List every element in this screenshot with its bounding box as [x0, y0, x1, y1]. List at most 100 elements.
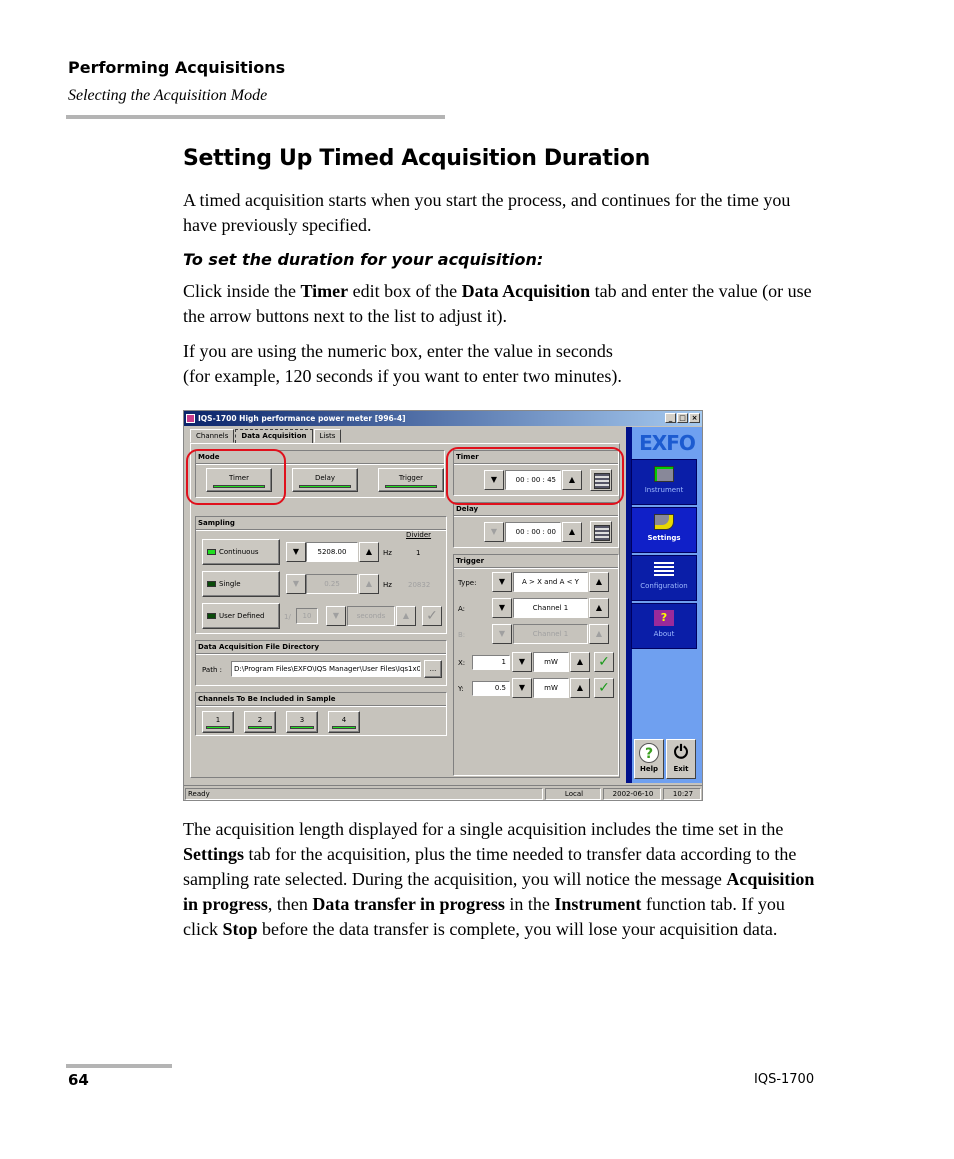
led-indicator	[207, 581, 216, 587]
x-value-field[interactable]: 1	[472, 655, 510, 670]
tab-lists[interactable]: Lists	[313, 429, 342, 443]
x-unit-increment-button[interactable]: ▲	[570, 652, 590, 672]
term-data-transfer-in-progress: Data transfer in progress	[312, 894, 505, 914]
x-apply-check-button[interactable]: ✓	[594, 652, 614, 672]
text: The acquisition length displayed for a s…	[183, 819, 784, 839]
delay-field[interactable]: 00 : 00 : 00	[505, 522, 561, 542]
exit-button[interactable]: ⏻ Exit	[666, 739, 696, 779]
led-indicator	[332, 726, 356, 729]
channel-1-button[interactable]: 1	[202, 711, 234, 733]
b-increment-button[interactable]: ▲	[589, 624, 609, 644]
term-timer: Timer	[300, 281, 349, 301]
title-bar: IQS-1700 High performance power meter [9…	[184, 411, 702, 426]
continuous-rate-field[interactable]: 5208.00	[306, 542, 358, 562]
y-unit-increment-button[interactable]: ▲	[570, 678, 590, 698]
running-header-chapter: Performing Acquisitions	[68, 58, 286, 77]
decrement-button[interactable]: ▼	[326, 606, 346, 626]
decrement-button[interactable]: ▼	[286, 574, 306, 594]
term-instrument: Instrument	[554, 894, 642, 914]
product-name: IQS-1700	[754, 1072, 815, 1087]
a-label: A:	[458, 605, 466, 613]
intro-paragraph: A timed acquisition starts when you star…	[183, 190, 791, 235]
x-label: X:	[458, 659, 466, 667]
text: tab for the acquisition, plus the time n…	[183, 844, 797, 889]
tab-data-acquisition[interactable]: Data Acquisition	[235, 429, 313, 443]
decrement-button[interactable]: ▼	[286, 542, 306, 562]
continuous-button[interactable]: Continuous	[202, 539, 280, 565]
sidebar-item-settings[interactable]: Settings	[631, 507, 697, 553]
increment-button[interactable]: ▲	[396, 606, 416, 626]
increment-button[interactable]: ▲	[359, 542, 379, 562]
channel-4-button[interactable]: 4	[328, 711, 360, 733]
term-settings: Settings	[183, 844, 245, 864]
apply-check-button[interactable]: ✓	[422, 606, 442, 626]
window-title: IQS-1700 High performance power meter [9…	[198, 414, 406, 423]
text-line: (for example, 120 seconds if you want to…	[183, 366, 622, 386]
sampling-group-title: Sampling	[196, 517, 446, 530]
path-label: Path :	[202, 666, 222, 674]
running-header-section: Selecting the Acquisition Mode	[68, 87, 268, 104]
channel-3-button[interactable]: 3	[286, 711, 318, 733]
procedure-title: To set the duration for your acquisition…	[183, 250, 544, 269]
delay-decrement-button[interactable]: ▼	[484, 522, 504, 542]
trigger-a-field[interactable]: Channel 1	[513, 598, 588, 618]
label: Settings	[647, 534, 681, 542]
minimize-button[interactable]: _	[665, 413, 676, 423]
a-decrement-button[interactable]: ▼	[492, 598, 512, 618]
text: before the data transfer is complete, yo…	[257, 919, 778, 939]
increment-button[interactable]: ▲	[359, 574, 379, 594]
user-defined-button[interactable]: User Defined	[202, 603, 280, 629]
file-directory-group-title: Data Acquisition File Directory	[196, 641, 446, 654]
about-book-icon: ?	[654, 610, 674, 626]
help-button[interactable]: ? Help	[634, 739, 664, 779]
label: 1	[215, 716, 221, 724]
exfo-logo: EXFO	[639, 431, 696, 455]
channel-2-button[interactable]: 2	[244, 711, 276, 733]
b-label: B:	[458, 631, 466, 639]
label: Single	[219, 580, 241, 588]
a-increment-button[interactable]: ▲	[589, 598, 609, 618]
user-defined-value-field[interactable]: 10	[296, 608, 318, 624]
mode-trigger-button[interactable]: Trigger	[378, 468, 444, 492]
path-field[interactable]: D:\Program Files\EXFO\IQS Manager\User F…	[231, 661, 421, 677]
trigger-type-field[interactable]: A > X and A < Y	[513, 572, 588, 592]
mode-delay-button[interactable]: Delay	[292, 468, 358, 492]
y-value-field[interactable]: 0.5	[472, 681, 510, 696]
type-decrement-button[interactable]: ▼	[492, 572, 512, 592]
user-defined-unit-field[interactable]: seconds	[347, 606, 395, 626]
single-rate-field[interactable]: 0.25	[306, 574, 358, 594]
step-2-paragraph: If you are using the numeric box, enter …	[183, 339, 823, 389]
trigger-b-field[interactable]: Channel 1	[513, 624, 588, 644]
delay-increment-button[interactable]: ▲	[562, 522, 582, 542]
single-button[interactable]: Single	[202, 571, 280, 597]
led-indicator	[207, 549, 216, 555]
led-indicator	[207, 613, 216, 619]
browse-button[interactable]: ...	[424, 660, 442, 678]
sidebar-item-configuration[interactable]: Configuration	[631, 555, 697, 601]
y-unit-decrement-button[interactable]: ▼	[512, 678, 532, 698]
status-text: Ready	[185, 788, 543, 800]
maximize-button[interactable]: □	[677, 413, 688, 423]
unit-label: Hz	[383, 549, 392, 557]
led-indicator	[299, 485, 351, 488]
x-unit-decrement-button[interactable]: ▼	[512, 652, 532, 672]
type-increment-button[interactable]: ▲	[589, 572, 609, 592]
header-rule	[66, 115, 445, 119]
page-number: 64	[68, 1071, 89, 1089]
x-unit-field[interactable]: mW	[533, 652, 569, 672]
text: in the	[504, 894, 555, 914]
led-indicator	[290, 726, 314, 729]
divider-value: 20832	[408, 581, 431, 589]
footer-rule	[66, 1064, 172, 1068]
sidebar-item-about[interactable]: ? About	[631, 603, 697, 649]
b-decrement-button[interactable]: ▼	[492, 624, 512, 644]
y-unit-field[interactable]: mW	[533, 678, 569, 698]
keypad-icon[interactable]	[590, 521, 612, 543]
sidebar-item-instrument[interactable]: Instrument	[631, 459, 697, 505]
close-button[interactable]: ×	[689, 413, 700, 423]
tab-bar: Channels Data Acquisition Lists	[190, 429, 342, 443]
y-apply-check-button[interactable]: ✓	[594, 678, 614, 698]
channels-group-title: Channels To Be Included in Sample	[196, 693, 446, 706]
tab-channels[interactable]: Channels	[190, 429, 235, 443]
term-stop: Stop	[222, 919, 258, 939]
